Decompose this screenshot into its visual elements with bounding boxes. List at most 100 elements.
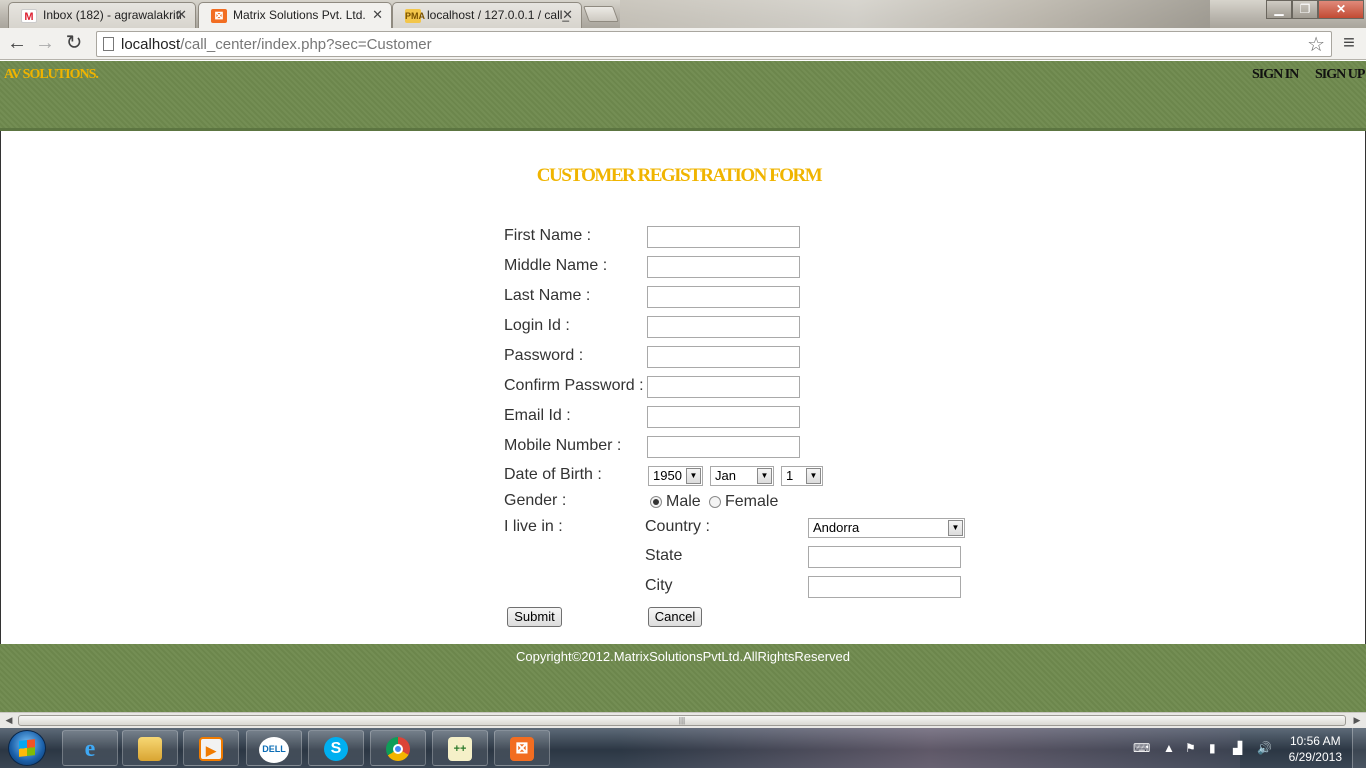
battery-icon[interactable]: ▮ (1209, 741, 1216, 755)
main-content: CUSTOMER REGISTRATION FORM First Name : … (0, 131, 1366, 644)
maximize-button[interactable]: ❐ (1292, 0, 1318, 19)
login-id-label: Login Id : (504, 317, 570, 334)
play-glyph: ▶ (199, 737, 223, 761)
male-radio[interactable] (650, 496, 662, 508)
country-select[interactable]: Andorra ▼ (808, 518, 965, 538)
password-input[interactable] (647, 346, 800, 368)
close-tab-icon[interactable]: ✕ (372, 7, 383, 23)
confirm-password-label: Confirm Password : (504, 377, 644, 394)
show-desktop-button[interactable] (1352, 728, 1366, 768)
site-header: AV SOLUTIONS. SIGN IN SIGN UP (0, 61, 1366, 131)
mobile-input[interactable] (647, 436, 800, 458)
notepad-plus-plus-icon[interactable]: ++ (432, 730, 488, 766)
first-name-input[interactable] (647, 226, 800, 248)
last-name-label: Last Name : (504, 287, 591, 304)
scrollbar-thumb[interactable]: ||| (18, 715, 1346, 726)
address-bar[interactable]: localhost/call_center/index.php?sec=Cust… (96, 31, 1332, 57)
tab-matrix-solutions[interactable]: ⊠ Matrix Solutions Pvt. Ltd. ✕ (198, 2, 392, 29)
new-tab-button[interactable] (583, 6, 619, 22)
clock-date: 6/29/2013 (1288, 750, 1342, 764)
site-logo[interactable]: AV SOLUTIONS. (4, 67, 99, 83)
dell-icon[interactable]: DELL (246, 730, 302, 766)
confirm-password-input[interactable] (647, 376, 800, 398)
dropdown-arrow-icon: ▼ (806, 468, 821, 484)
keyboard-icon[interactable]: ⌨ (1133, 741, 1150, 755)
browser-tab-strip: M Inbox (182) - agrawalakriti ✕ ⊠ Matrix… (0, 0, 1366, 29)
minimize-button[interactable]: ▁ (1266, 0, 1292, 19)
dropdown-arrow-icon: ▼ (948, 520, 963, 536)
window-controls: ▁ ❐ ✕ (1266, 0, 1364, 19)
gender-label: Gender : (504, 492, 567, 509)
cancel-button[interactable]: Cancel (648, 607, 702, 627)
start-button[interactable] (8, 730, 46, 766)
first-name-label: First Name : (504, 227, 592, 244)
city-label: City (645, 577, 673, 594)
scroll-left-icon[interactable]: ◀ (2, 715, 16, 727)
file-explorer-icon[interactable] (122, 730, 178, 766)
male-label[interactable]: Male (666, 493, 701, 511)
tab-inbox[interactable]: M Inbox (182) - agrawalakriti ✕ (8, 2, 196, 28)
tab-phpmyadmin[interactable]: PMA localhost / 127.0.0.1 / call_ ✕ (392, 2, 582, 28)
xampp-glyph: ⊠ (510, 737, 534, 761)
state-input[interactable] (808, 546, 961, 568)
tab-title: localhost / 127.0.0.1 / call_ (427, 8, 570, 22)
notepad-glyph: ++ (448, 737, 472, 761)
clock-time: 10:56 AM (1289, 734, 1341, 748)
dropdown-arrow-icon: ▼ (686, 468, 701, 484)
xampp-icon: ⊠ (211, 9, 227, 23)
email-input[interactable] (647, 406, 800, 428)
close-tab-icon[interactable]: ✕ (176, 7, 187, 23)
country-value: Andorra (813, 520, 860, 535)
back-arrow-icon[interactable]: ← (5, 32, 29, 56)
middle-name-input[interactable] (647, 256, 800, 278)
country-label: Country : (645, 518, 710, 535)
url-host: localhost (121, 36, 181, 53)
password-label: Password : (504, 347, 584, 364)
chrome-icon[interactable] (370, 730, 426, 766)
bookmark-star-icon[interactable]: ☆ (1307, 32, 1325, 57)
sign-up-link[interactable]: SIGN UP (1315, 67, 1365, 83)
skype-icon[interactable]: S (308, 730, 364, 766)
scroll-right-icon[interactable]: ▶ (1350, 715, 1364, 727)
mobile-label: Mobile Number : (504, 437, 622, 454)
network-signal-icon[interactable]: ▟ (1233, 741, 1242, 755)
chrome-glyph (386, 737, 410, 761)
xampp-taskbar-icon[interactable]: ⊠ (494, 730, 550, 766)
last-name-input[interactable] (647, 286, 800, 308)
middle-name-label: Middle Name : (504, 257, 608, 274)
sign-in-link[interactable]: SIGN IN (1252, 67, 1299, 83)
tab-title: Inbox (182) - agrawalakriti (43, 8, 182, 22)
volume-icon[interactable]: 🔊 (1257, 741, 1272, 755)
gmail-icon: M (21, 9, 37, 23)
login-id-input[interactable] (647, 316, 800, 338)
dob-day-value: 1 (786, 468, 794, 483)
female-label[interactable]: Female (725, 493, 778, 511)
close-window-button[interactable]: ✕ (1318, 0, 1364, 19)
female-radio[interactable] (709, 496, 721, 508)
reload-icon[interactable]: ↻ (62, 32, 86, 56)
windows-taskbar: e ▶ DELL S ++ ⊠ ⌨ ▲ ⚑ ▮ ▟ 🔊 10:56 AM 6/2… (0, 728, 1366, 768)
forward-arrow-icon[interactable]: → (33, 32, 57, 56)
copyright-text: Copyright©2012.MatrixSolutionsPvtLtd.All… (515, 649, 850, 664)
media-player-icon[interactable]: ▶ (183, 730, 239, 766)
ie-glyph: e (84, 736, 96, 762)
action-center-flag-icon[interactable]: ⚑ (1185, 741, 1196, 755)
email-label: Email Id : (504, 407, 571, 424)
submit-button[interactable]: Submit (507, 607, 562, 627)
show-hidden-icons[interactable]: ▲ (1163, 741, 1175, 755)
dropdown-arrow-icon: ▼ (757, 468, 772, 484)
tab-title: Matrix Solutions Pvt. Ltd. (233, 8, 366, 22)
close-tab-icon[interactable]: ✕ (562, 7, 573, 23)
dob-day-select[interactable]: 1 ▼ (781, 466, 823, 486)
site-footer: Copyright©2012.MatrixSolutionsPvtLtd.All… (0, 644, 1366, 712)
state-label: State (645, 547, 683, 564)
city-input[interactable] (808, 576, 961, 598)
dell-glyph: DELL (259, 737, 289, 763)
system-clock[interactable]: 10:56 AM 6/29/2013 (1289, 733, 1342, 765)
internet-explorer-icon[interactable]: e (62, 730, 118, 766)
chrome-menu-icon[interactable]: ≡ (1338, 32, 1360, 56)
horizontal-scrollbar[interactable]: ◀ ||| ▶ (0, 712, 1366, 728)
dob-month-select[interactable]: Jan ▼ (710, 466, 774, 486)
dob-year-select[interactable]: 1950 ▼ (648, 466, 703, 486)
url-path: /call_center/index.php?sec=Customer (180, 36, 432, 53)
